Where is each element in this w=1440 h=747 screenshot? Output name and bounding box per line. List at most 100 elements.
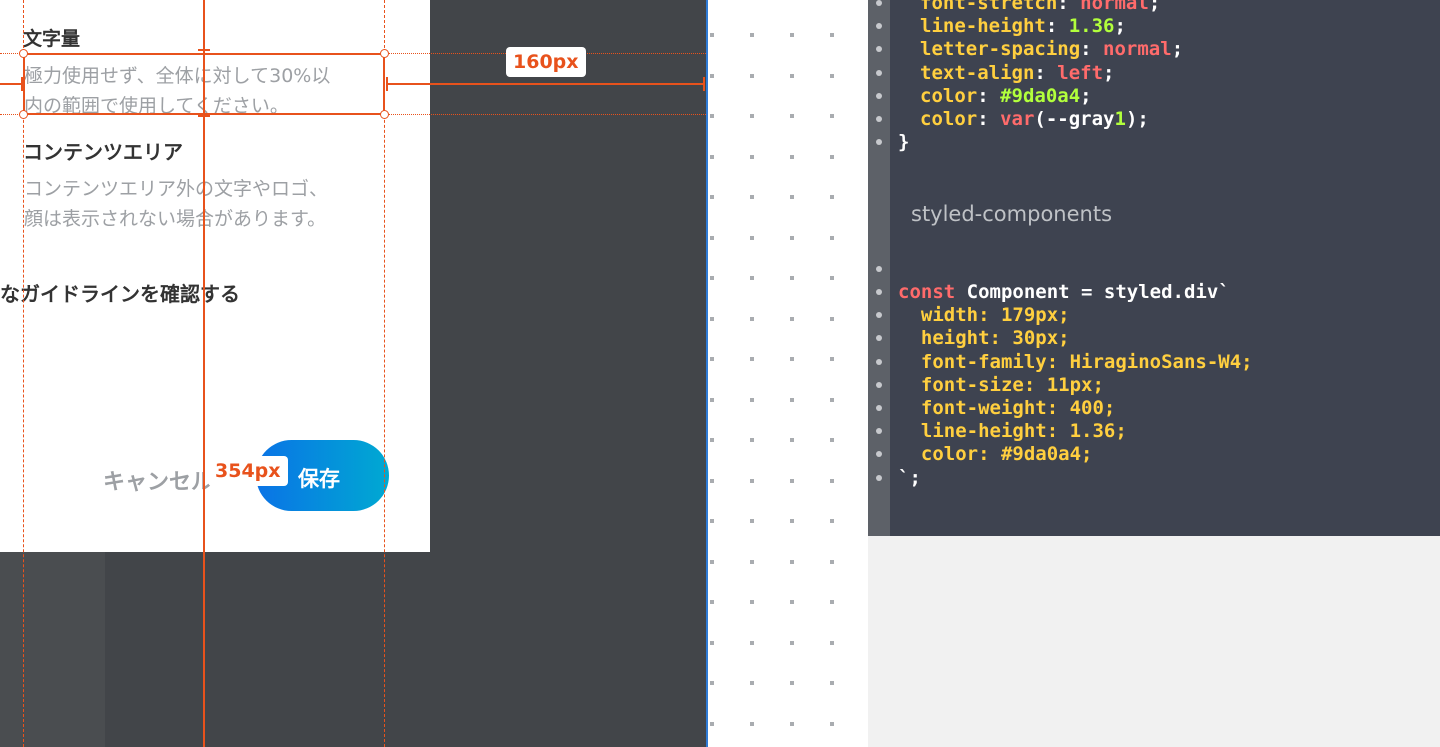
grid-dot xyxy=(710,398,714,402)
code-token: const xyxy=(898,281,956,303)
grid-dot xyxy=(750,357,754,361)
grid-dot xyxy=(790,560,794,564)
code-line: } xyxy=(898,131,910,154)
code-token: : xyxy=(977,84,1001,107)
code-token: var xyxy=(1000,108,1035,130)
code-token: (--gray xyxy=(1034,108,1115,130)
gutter-marker xyxy=(876,381,882,388)
code-token: 1.36 xyxy=(1068,15,1115,38)
gutter-marker xyxy=(876,474,882,481)
code-line: color: #9da0a4; xyxy=(898,443,1093,466)
width-measure-label: 160px xyxy=(506,47,586,77)
cancel-button[interactable]: キャンセル xyxy=(103,464,213,496)
grid-dot xyxy=(710,195,714,199)
code-line: line-height: 1.36; xyxy=(898,420,1127,443)
code-line: font-size: 11px; xyxy=(898,374,1104,397)
grid-dot xyxy=(710,74,714,78)
gutter-marker xyxy=(876,266,882,272)
code-token: text-align xyxy=(920,61,1035,84)
grid-dot xyxy=(710,33,714,37)
grid-dot xyxy=(830,74,834,78)
distance-end-tick xyxy=(703,77,705,91)
grid-dot xyxy=(790,317,794,321)
grid-dot xyxy=(790,195,794,199)
code-token: : xyxy=(977,108,1001,130)
grid-dot xyxy=(830,276,834,280)
grid-dot xyxy=(710,155,714,159)
code-token: `; xyxy=(898,466,921,489)
code-token: color: #9da0a4; xyxy=(898,443,1093,466)
char-count-text-line2: 内の範囲で使用してください。 xyxy=(24,95,289,117)
grid-dot xyxy=(790,519,794,523)
code-token: : xyxy=(1080,38,1104,61)
code-token: Component = styled.div` xyxy=(955,281,1230,303)
grid-dot xyxy=(750,519,754,523)
center-tick-top xyxy=(198,49,210,51)
resize-handle-top-right[interactable] xyxy=(380,49,389,58)
code-line: color: var(--gray1); xyxy=(920,108,1149,131)
content-area-text-line1: コンテンツエリア外の文字やロゴ、 xyxy=(24,178,329,200)
grid-dot xyxy=(750,641,754,645)
grid-dot xyxy=(790,114,794,118)
code-line: text-align: left; xyxy=(920,62,1115,85)
distance-left-tick xyxy=(21,77,23,91)
grid-dot xyxy=(790,600,794,604)
grid-dot xyxy=(750,681,754,685)
gutter-marker xyxy=(876,358,882,365)
dot-grid-area xyxy=(708,0,868,747)
grid-dot xyxy=(790,155,794,159)
grid-dot xyxy=(790,681,794,685)
grid-dot xyxy=(750,74,754,78)
code-token: normal xyxy=(1080,0,1149,14)
panel-divider xyxy=(706,0,708,747)
grid-dot xyxy=(790,438,794,442)
code-line: const Component = styled.div` xyxy=(898,281,1230,304)
gutter-marker xyxy=(876,69,882,76)
char-count-text-line1: 極力使用せず、全体に対して30%以 xyxy=(24,65,331,87)
grid-dot xyxy=(790,74,794,78)
grid-dot xyxy=(790,357,794,361)
code-token: 1 xyxy=(1114,108,1126,130)
grid-dot xyxy=(710,438,714,442)
grid-dot xyxy=(830,195,834,199)
center-tick-bottom xyxy=(198,115,210,117)
grid-dot xyxy=(830,155,834,159)
distance-line-left xyxy=(0,83,22,85)
resize-handle-bottom-left[interactable] xyxy=(19,110,28,119)
code-token: ; xyxy=(1171,38,1184,61)
grid-dot xyxy=(790,398,794,402)
grid-dot xyxy=(710,236,714,240)
grid-dot xyxy=(830,560,834,564)
code-token: line-height: 1.36; xyxy=(898,420,1127,443)
grid-dot xyxy=(750,600,754,604)
grid-dot xyxy=(790,276,794,280)
grid-dot xyxy=(710,114,714,118)
code-token: #9da0a4 xyxy=(1000,84,1081,107)
grid-dot xyxy=(790,33,794,37)
code-token: : xyxy=(1057,0,1081,14)
grid-dot xyxy=(790,236,794,240)
code-token: width: 179px; xyxy=(898,304,1070,327)
code-token: ; xyxy=(1148,0,1161,14)
resize-handle-top-left[interactable] xyxy=(19,49,28,58)
grid-dot xyxy=(750,276,754,280)
grid-dot xyxy=(750,114,754,118)
resize-handle-bottom-right[interactable] xyxy=(380,110,389,119)
distance-line xyxy=(386,83,704,85)
grid-dot xyxy=(710,641,714,645)
code-token: ; xyxy=(1103,61,1115,84)
code-token: line-height xyxy=(920,15,1046,38)
grid-dot xyxy=(710,276,714,280)
code-token: letter-spacing xyxy=(920,38,1081,61)
save-button-label: 保存 xyxy=(298,467,340,491)
grid-dot xyxy=(830,641,834,645)
code-line: `; xyxy=(898,467,921,490)
grid-dot xyxy=(750,479,754,483)
distance-start-tick xyxy=(386,77,388,91)
char-count-heading: 文字量 xyxy=(23,28,81,50)
grid-dot xyxy=(830,114,834,118)
content-area-heading: コンテンツエリア xyxy=(23,140,183,164)
code-token: font-size: 11px; xyxy=(898,373,1104,396)
selection-top-edge xyxy=(23,53,385,55)
grid-dot xyxy=(830,722,834,726)
